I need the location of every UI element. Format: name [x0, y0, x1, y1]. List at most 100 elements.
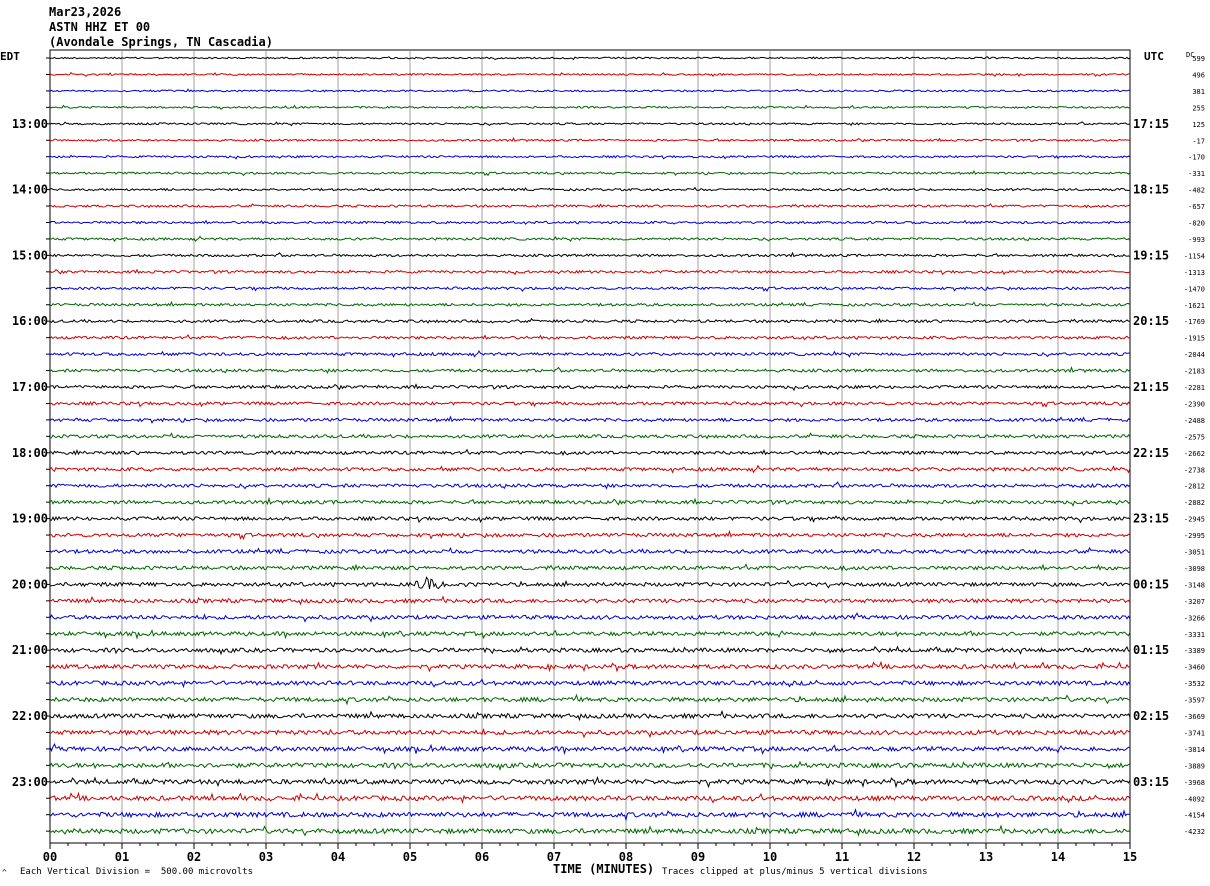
seismic-trace [49, 546, 1131, 556]
seismic-trace [49, 88, 1131, 93]
x-tick-label: 09 [691, 850, 705, 864]
right-hour-label: 18:15 [1133, 183, 1169, 197]
x-tick-label: 14 [1051, 850, 1065, 864]
seismic-trace [49, 678, 1131, 689]
left-hour-label: 18:00 [12, 446, 48, 460]
dc-offset-label: -2945 [1184, 516, 1205, 524]
seismic-trace [49, 415, 1131, 424]
seismic-trace [49, 481, 1131, 490]
dc-offset-label: -3331 [1184, 631, 1205, 639]
seismic-trace [49, 464, 1131, 474]
left-hour-label: 14:00 [12, 183, 48, 197]
x-tick-label: 11 [835, 850, 849, 864]
seismic-trace [49, 824, 1131, 837]
dc-offset-label: -3148 [1184, 581, 1205, 589]
left-hour-label: 22:00 [12, 709, 48, 723]
x-tick-label: 03 [259, 850, 273, 864]
dc-offset-label: -3814 [1184, 746, 1205, 754]
seismic-trace [49, 576, 1131, 590]
seismic-trace [49, 775, 1131, 789]
seismic-trace [49, 317, 1131, 324]
x-tick-label: 06 [475, 850, 489, 864]
seismic-trace [49, 334, 1131, 341]
scale-note: Each Vertical Division = 500.00 microvol… [20, 867, 253, 877]
dc-offset-label: -1470 [1184, 285, 1205, 293]
seismic-trace [49, 693, 1131, 706]
seismic-trace [49, 268, 1131, 276]
x-axis-title: TIME (MINUTES) [553, 862, 655, 876]
seismic-trace [49, 235, 1131, 243]
seismic-trace [49, 808, 1131, 822]
x-tick-label: 00 [43, 850, 57, 864]
dc-offset-label: -482 [1188, 187, 1205, 195]
x-tick-label: 04 [331, 850, 345, 864]
plot-frame [49, 49, 1131, 844]
dc-offset-label: -2662 [1184, 450, 1205, 458]
left-hour-label: 19:00 [12, 512, 48, 526]
seismic-trace [49, 595, 1131, 606]
plot-grid [46, 49, 1131, 849]
dc-offset-label: -2995 [1184, 532, 1205, 540]
left-hour-label: 13:00 [12, 117, 48, 131]
left-hour-label: 16:00 [12, 314, 48, 328]
dc-offset-label: -1769 [1184, 318, 1205, 326]
right-hour-label: 23:15 [1133, 512, 1169, 526]
seismic-trace [49, 219, 1131, 225]
dc-offset-label: -3669 [1184, 713, 1205, 721]
seismic-trace [49, 496, 1131, 507]
dc-offset-label: -2044 [1184, 351, 1205, 359]
seismic-trace [49, 203, 1131, 209]
dc-offset-label: -331 [1188, 170, 1205, 178]
x-tick-label: 10 [763, 850, 777, 864]
dc-offset-label: -3389 [1184, 647, 1205, 655]
dc-offset-label: -17 [1192, 137, 1205, 145]
dc-offset-label: 381 [1192, 88, 1205, 96]
dc-offset-label: -2575 [1184, 433, 1205, 441]
dc-offset-label: 125 [1192, 121, 1205, 129]
seismic-trace [49, 366, 1131, 374]
right-hour-label: 03:15 [1133, 775, 1169, 789]
dc-offset-label: -2738 [1184, 466, 1205, 474]
x-tick-label: 13 [979, 850, 993, 864]
axis-labels: 00 01 02 03 04 05 06 07 08 09 10 11 12 13 14 1559949638… [12, 55, 1205, 864]
seismic-trace [49, 71, 1131, 78]
right-hour-label: 22:15 [1133, 446, 1169, 460]
dc-offset-label: -1915 [1184, 335, 1205, 343]
corner-mark: ^ [2, 868, 7, 877]
seismic-trace [49, 645, 1131, 656]
dc-offset-label: 496 [1192, 71, 1205, 79]
dc-offset-label: -2281 [1184, 384, 1205, 392]
seismic-trace [49, 350, 1131, 358]
right-hour-label: 19:15 [1133, 248, 1169, 262]
dc-offset-label: -1313 [1184, 269, 1205, 277]
dc-offset-label: -2390 [1184, 400, 1205, 408]
seismic-trace [49, 251, 1131, 258]
right-hour-label: 01:15 [1133, 643, 1169, 657]
dc-offset-label: -2183 [1184, 368, 1205, 376]
left-hour-label: 23:00 [12, 775, 48, 789]
dc-offset-label: 255 [1192, 104, 1205, 112]
right-hour-label: 21:15 [1133, 380, 1169, 394]
right-timezone-label: UTC [1144, 50, 1164, 63]
seismic-trace [49, 529, 1131, 541]
dc-offset-label: -3889 [1184, 762, 1205, 770]
right-hour-label: 17:15 [1133, 117, 1169, 131]
seismic-trace [49, 515, 1131, 524]
seismic-trace [49, 727, 1131, 739]
dc-offset-label: -3266 [1184, 614, 1205, 622]
seismic-trace [49, 300, 1131, 307]
x-tick-label: 12 [907, 850, 921, 864]
dc-offset-label: -3051 [1184, 549, 1205, 557]
seismic-trace [49, 285, 1131, 292]
dc-offset-label: -1154 [1184, 252, 1205, 260]
seismic-trace [49, 383, 1131, 392]
dc-offset-label: -3597 [1184, 697, 1205, 705]
dc-offset-label: -2488 [1184, 417, 1205, 425]
seismic-trace [49, 154, 1131, 160]
seismic-trace [49, 612, 1131, 623]
dc-offset-label: -4232 [1184, 828, 1205, 836]
dc-offset-label: -820 [1188, 220, 1205, 228]
seismic-trace [49, 660, 1131, 673]
dc-offset-label: -2882 [1184, 499, 1205, 507]
dc-offset-label: -3207 [1184, 598, 1205, 606]
